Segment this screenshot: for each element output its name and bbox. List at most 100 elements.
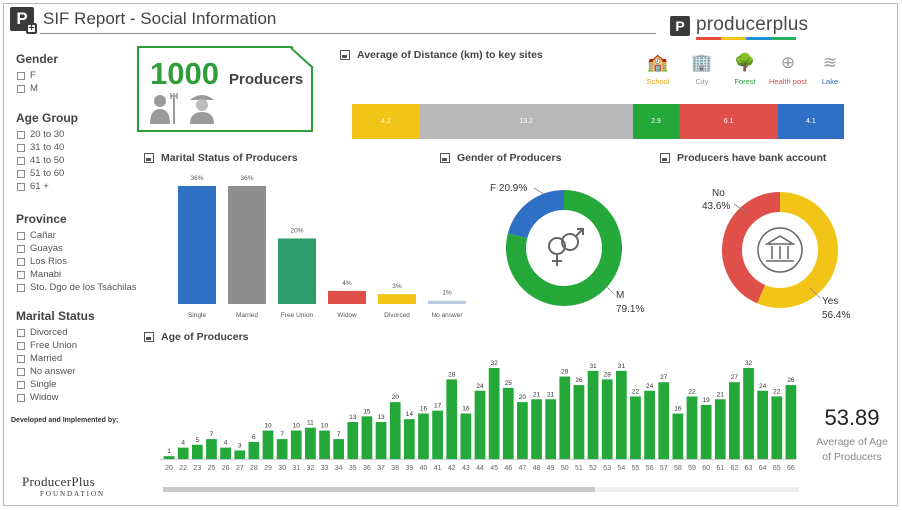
age-bar[interactable] bbox=[290, 430, 302, 459]
filter-option[interactable]: No answer bbox=[17, 365, 95, 378]
age-bar[interactable] bbox=[460, 413, 472, 460]
age-bar[interactable] bbox=[248, 441, 260, 459]
age-bar[interactable] bbox=[262, 430, 274, 459]
filter-option[interactable]: Cañar bbox=[17, 229, 137, 242]
filter-option[interactable]: Sto. Dgo de los Tsáchilas bbox=[17, 281, 137, 294]
checkbox[interactable] bbox=[17, 354, 25, 363]
distance-segment[interactable]: 4.2 bbox=[352, 104, 420, 139]
age-bar[interactable] bbox=[587, 370, 599, 459]
marital-bar[interactable] bbox=[328, 290, 366, 304]
age-bar[interactable] bbox=[163, 456, 175, 459]
age-bar[interactable] bbox=[785, 385, 797, 459]
age-bar[interactable] bbox=[714, 399, 726, 459]
age-bar[interactable] bbox=[361, 416, 373, 459]
chart-scrollbar-thumb[interactable] bbox=[163, 487, 595, 492]
checkbox[interactable] bbox=[17, 169, 25, 178]
filter-option[interactable]: 31 to 40 bbox=[17, 141, 78, 154]
checkbox[interactable] bbox=[17, 393, 25, 402]
age-bar[interactable] bbox=[644, 390, 655, 459]
age-bar[interactable] bbox=[502, 387, 514, 459]
checkbox[interactable] bbox=[17, 283, 25, 292]
age-bar[interactable] bbox=[757, 390, 769, 459]
age-bar[interactable] bbox=[531, 399, 542, 459]
checkbox[interactable] bbox=[17, 341, 25, 350]
age-bar[interactable] bbox=[389, 402, 401, 459]
checkbox[interactable] bbox=[17, 143, 25, 152]
age-tick-label: 66 bbox=[787, 465, 795, 472]
age-bar[interactable] bbox=[729, 382, 740, 459]
filter-option[interactable]: Los Rios bbox=[17, 255, 137, 268]
checkbox[interactable] bbox=[17, 130, 25, 139]
age-bar[interactable] bbox=[545, 399, 557, 459]
marital-category-label: Free Union bbox=[281, 312, 314, 319]
checkbox[interactable] bbox=[17, 156, 25, 165]
filter-option[interactable]: Divorced bbox=[17, 326, 95, 339]
age-bar[interactable] bbox=[446, 379, 458, 459]
marital-bar[interactable] bbox=[428, 300, 466, 304]
donut-slice[interactable] bbox=[757, 192, 838, 308]
brand-bar bbox=[746, 37, 771, 40]
age-bar[interactable] bbox=[375, 422, 387, 459]
filter-option[interactable]: 41 to 50 bbox=[17, 154, 78, 167]
age-bar[interactable] bbox=[432, 410, 443, 459]
checkbox[interactable] bbox=[17, 270, 25, 279]
filter-option[interactable]: Manabi bbox=[17, 268, 137, 281]
age-bar[interactable] bbox=[630, 396, 641, 459]
filter-option[interactable]: 51 to 60 bbox=[17, 167, 78, 180]
age-bar[interactable] bbox=[234, 450, 246, 459]
distance-segment[interactable]: 2.9 bbox=[632, 104, 680, 139]
marital-bar[interactable] bbox=[278, 238, 316, 304]
age-bar[interactable] bbox=[305, 427, 316, 459]
age-bar[interactable] bbox=[333, 439, 345, 459]
age-bar[interactable] bbox=[658, 382, 670, 459]
age-bar[interactable] bbox=[771, 396, 783, 459]
age-bar[interactable] bbox=[573, 385, 585, 459]
donut-slice[interactable] bbox=[507, 190, 565, 239]
age-bar[interactable] bbox=[517, 402, 528, 459]
checkbox[interactable] bbox=[17, 182, 25, 191]
age-bar[interactable] bbox=[347, 422, 359, 459]
marital-bar[interactable] bbox=[178, 186, 216, 304]
filter-option[interactable]: Guayas bbox=[17, 242, 137, 255]
filter-option[interactable]: M bbox=[17, 82, 58, 95]
distance-segment[interactable]: 13.2 bbox=[419, 104, 633, 139]
checkbox[interactable] bbox=[17, 244, 25, 253]
age-bar[interactable] bbox=[474, 390, 486, 459]
checkbox[interactable] bbox=[17, 380, 25, 389]
filter-option[interactable]: F bbox=[17, 69, 58, 82]
age-bar[interactable] bbox=[418, 413, 429, 460]
age-bar[interactable] bbox=[191, 444, 203, 459]
age-bar[interactable] bbox=[672, 413, 684, 460]
age-bar[interactable] bbox=[220, 447, 231, 459]
checkbox[interactable] bbox=[17, 84, 25, 93]
checkbox[interactable] bbox=[17, 328, 25, 337]
checkbox[interactable] bbox=[17, 367, 25, 376]
distance-segment[interactable]: 6.1 bbox=[679, 104, 778, 139]
age-bar[interactable] bbox=[403, 419, 415, 459]
checkbox[interactable] bbox=[17, 231, 25, 240]
filter-option[interactable]: Married bbox=[17, 352, 95, 365]
marital-bar[interactable] bbox=[228, 186, 266, 304]
distance-segment[interactable]: 4.1 bbox=[777, 104, 844, 139]
age-bar[interactable] bbox=[601, 379, 613, 459]
filter-option[interactable]: Free Union bbox=[17, 339, 95, 352]
age-bar[interactable] bbox=[615, 370, 627, 459]
age-bar[interactable] bbox=[177, 447, 189, 459]
age-bar[interactable] bbox=[206, 439, 217, 459]
age-bar[interactable] bbox=[276, 439, 288, 459]
age-bar[interactable] bbox=[700, 404, 712, 459]
marital-bar[interactable] bbox=[378, 294, 416, 304]
age-tick-label: 65 bbox=[773, 465, 781, 472]
filter-option[interactable]: 20 to 30 bbox=[17, 128, 78, 141]
age-bar[interactable] bbox=[319, 430, 330, 459]
donut-slice[interactable] bbox=[722, 192, 781, 304]
checkbox[interactable] bbox=[17, 71, 25, 80]
age-bar[interactable] bbox=[686, 396, 698, 459]
age-bar[interactable] bbox=[559, 376, 571, 459]
filter-option[interactable]: 61 + bbox=[17, 180, 78, 193]
age-bar[interactable] bbox=[488, 368, 500, 459]
age-bar[interactable] bbox=[743, 368, 754, 459]
filter-option[interactable]: Single bbox=[17, 378, 95, 391]
filter-option[interactable]: Widow bbox=[17, 391, 95, 404]
checkbox[interactable] bbox=[17, 257, 25, 266]
